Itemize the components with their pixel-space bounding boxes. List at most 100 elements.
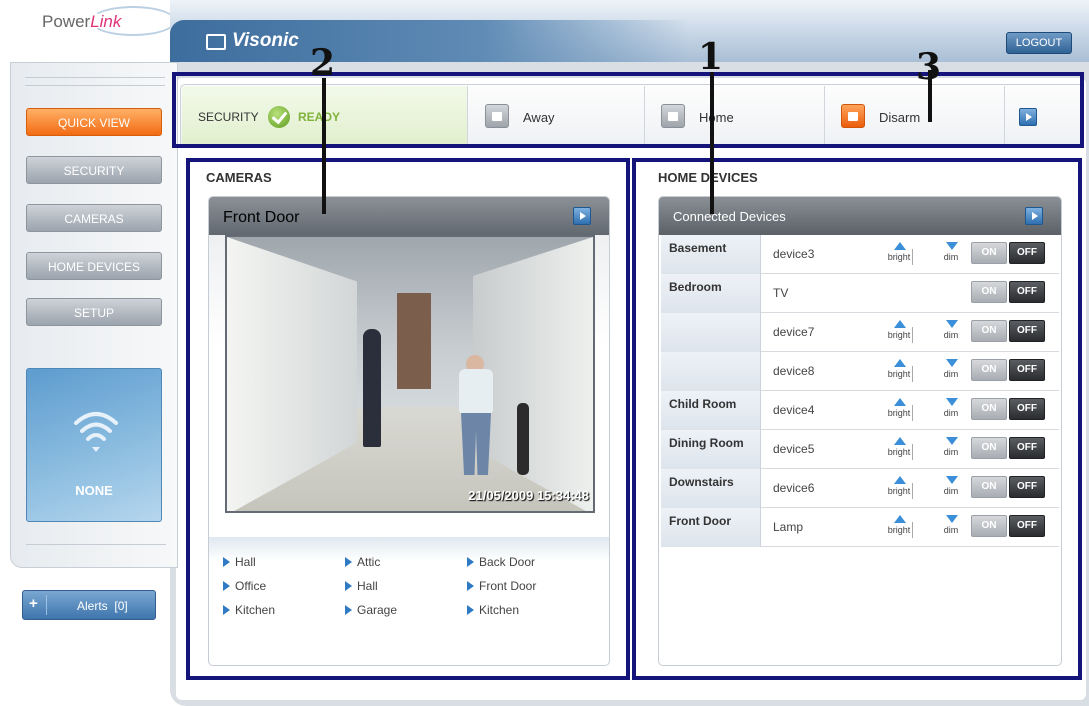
devices-card: Connected Devices Basement device3 bright d… — [658, 196, 1062, 666]
camera-link[interactable]: Kitchen — [467, 603, 519, 617]
powerlink-logo: PowerLink — [30, 4, 176, 40]
callout-number: 2 — [310, 42, 336, 84]
alerts-button[interactable]: + Alerts [0] — [22, 590, 156, 620]
brightness-up-button[interactable]: bright — [885, 239, 913, 267]
brightness-down-button[interactable]: dim — [937, 395, 965, 423]
arrow-down-icon — [946, 437, 958, 445]
device-off-button[interactable]: OFF — [1009, 242, 1045, 264]
camera-feed[interactable]: 21/05/2009 15:34:48 — [225, 235, 595, 513]
bright-label: bright — [887, 447, 911, 457]
device-off-button[interactable]: OFF — [1009, 515, 1045, 537]
device-room: Child Room — [661, 391, 761, 430]
device-name: TV — [773, 286, 789, 300]
brightness-up-button[interactable]: bright — [885, 317, 913, 345]
dim-label: dim — [943, 486, 959, 496]
camera-link[interactable]: Back Door — [467, 555, 535, 569]
arrow-down-icon — [946, 398, 958, 406]
device-on-button[interactable]: ON — [971, 515, 1007, 537]
device-on-button[interactable]: ON — [971, 359, 1007, 381]
nav-setup-button[interactable]: SETUP — [26, 298, 162, 326]
arrow-down-icon — [946, 320, 958, 328]
device-row: device8 bright dim ON OFF — [661, 352, 1059, 391]
nav-quick-view-button[interactable]: QUICK VIEW — [26, 108, 162, 136]
camera-link[interactable]: Hall — [223, 555, 256, 569]
brightness-up-button[interactable]: bright — [885, 395, 913, 423]
brightness-up-button[interactable]: bright — [885, 356, 913, 384]
sidebar-divider — [25, 77, 165, 78]
dim-label: dim — [943, 447, 959, 457]
device-off-button[interactable]: OFF — [1009, 437, 1045, 459]
device-on-button[interactable]: ON — [971, 398, 1007, 420]
device-on-button[interactable]: ON — [971, 281, 1007, 303]
brightness-up-button[interactable]: bright — [885, 473, 913, 501]
arrow-down-icon — [946, 242, 958, 250]
device-row: Child Room device4 bright dim ON OFF — [661, 391, 1059, 430]
dim-label: dim — [943, 408, 959, 418]
devices-header: Connected Devices — [659, 197, 1061, 235]
arrow-up-icon — [894, 398, 906, 406]
device-room — [661, 313, 761, 352]
dim-label: dim — [943, 525, 959, 535]
arrow-up-icon — [894, 476, 906, 484]
brightness-down-button[interactable]: dim — [937, 239, 965, 267]
camera-link[interactable]: Front Door — [467, 579, 536, 593]
status-label: NONE — [75, 483, 113, 498]
camera-link[interactable]: Attic — [345, 555, 380, 569]
brightness-down-button[interactable]: dim — [937, 473, 965, 501]
brightness-down-button[interactable]: dim — [937, 434, 965, 462]
home-devices-heading: HOME DEVICES — [658, 170, 758, 185]
device-off-button[interactable]: OFF — [1009, 476, 1045, 498]
device-name: device5 — [773, 442, 815, 456]
alerts-count: [0] — [114, 599, 128, 613]
cameras-heading: CAMERAS — [206, 170, 272, 185]
dim-label: dim — [943, 252, 959, 262]
visonic-icon — [206, 34, 226, 50]
camera-link[interactable]: Kitchen — [223, 603, 275, 617]
camera-link[interactable]: Hall — [345, 579, 378, 593]
brightness-up-button[interactable]: bright — [885, 434, 913, 462]
brightness-up-button[interactable]: bright — [885, 512, 913, 540]
alerts-label: Alerts — [77, 599, 108, 613]
nav-security-button[interactable]: SECURITY — [26, 156, 162, 184]
camera-header: Front Door — [209, 197, 609, 235]
nav-home-devices-button[interactable]: HOME DEVICES — [26, 252, 162, 280]
device-room: Front Door — [661, 508, 761, 547]
nav-cameras-button[interactable]: CAMERAS — [26, 204, 162, 232]
device-on-button[interactable]: ON — [971, 320, 1007, 342]
arrow-right-icon[interactable] — [1025, 207, 1043, 225]
device-row: Bedroom TV ON OFF — [661, 274, 1059, 313]
device-off-button[interactable]: OFF — [1009, 398, 1045, 420]
sidebar-divider — [25, 85, 165, 86]
device-on-button[interactable]: ON — [971, 476, 1007, 498]
callout-line — [710, 72, 714, 214]
brightness-down-button[interactable]: dim — [937, 317, 965, 345]
callout-number: 3 — [916, 46, 942, 88]
bright-label: bright — [887, 330, 911, 340]
bright-label: bright — [887, 486, 911, 496]
arrow-up-icon — [894, 320, 906, 328]
camera-link[interactable]: Office — [223, 579, 266, 593]
device-off-button[interactable]: OFF — [1009, 281, 1045, 303]
arrow-down-icon — [946, 515, 958, 523]
brand-title: Visonic — [232, 30, 299, 51]
dim-label: dim — [943, 369, 959, 379]
device-room: Downstairs — [661, 469, 761, 508]
device-row: Basement device3 bright dim ON OFF — [661, 235, 1059, 274]
bright-label: bright — [887, 525, 911, 535]
camera-link[interactable]: Garage — [345, 603, 397, 617]
bright-label: bright — [887, 408, 911, 418]
dim-label: dim — [943, 330, 959, 340]
camera-title: Front Door — [223, 209, 300, 226]
device-room: Bedroom — [661, 274, 761, 313]
connection-status: NONE — [26, 368, 162, 522]
device-row: Front Door Lamp bright dim ON OFF — [661, 508, 1059, 547]
device-off-button[interactable]: OFF — [1009, 359, 1045, 381]
device-on-button[interactable]: ON — [971, 437, 1007, 459]
logout-button[interactable]: LOGOUT — [1006, 32, 1072, 54]
brightness-down-button[interactable]: dim — [937, 356, 965, 384]
camera-links-divider — [209, 537, 609, 561]
device-on-button[interactable]: ON — [971, 242, 1007, 264]
arrow-right-icon[interactable] — [573, 207, 591, 225]
device-off-button[interactable]: OFF — [1009, 320, 1045, 342]
brightness-down-button[interactable]: dim — [937, 512, 965, 540]
